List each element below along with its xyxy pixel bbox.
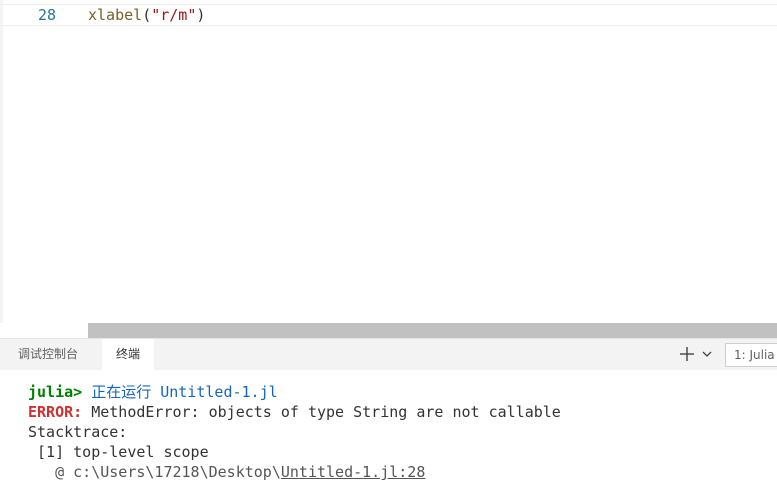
editor-left-edge (0, 0, 3, 338)
location-prefix: @ c:\Users\17218\Desktop\ (28, 463, 281, 481)
chevron-down-icon[interactable] (701, 348, 713, 360)
terminal-output[interactable]: julia> 正在运行 Untitled-1.jl ERROR: MethodE… (0, 370, 777, 496)
terminal-line-error: ERROR: MethodError: objects of type Stri… (28, 402, 561, 422)
horizontal-scrollbar-thumb[interactable] (88, 323, 777, 338)
panel-tab-bar: 调试控制台 终端 1: Julia (0, 338, 777, 371)
terminal-select[interactable]: 1: Julia (725, 343, 777, 367)
code-token-open-paren: ( (142, 6, 152, 24)
terminal-prompt: julia> (28, 383, 83, 401)
terminal-line-location: @ c:\Users\17218\Desktop\Untitled-1.jl:2… (28, 462, 425, 482)
tab-debug-console[interactable]: 调试控制台 (4, 339, 92, 370)
code-editor[interactable]: 28 xlabel("r/m") (0, 0, 777, 338)
tab-terminal[interactable]: 终端 (102, 339, 155, 371)
line-number: 28 (37, 6, 56, 24)
code-token-function: xlabel (88, 6, 143, 24)
terminal-line-prompt: julia> 正在运行 Untitled-1.jl (28, 382, 278, 402)
terminal-line-frame: [1] top-level scope (28, 443, 209, 461)
code-token-string: "r/m" (151, 6, 197, 24)
error-label: ERROR: (28, 403, 83, 421)
location-link[interactable]: Untitled-1.jl:28 (281, 463, 426, 481)
error-message: MethodError: objects of type String are … (82, 403, 561, 421)
code-text[interactable]: xlabel("r/m") (88, 5, 205, 25)
terminal-line-stacktrace: Stacktrace: (28, 423, 128, 441)
code-token-close-paren: ) (196, 6, 206, 24)
plus-icon[interactable] (677, 344, 697, 364)
code-line-current[interactable]: 28 xlabel("r/m") (0, 4, 777, 26)
terminal-running-text: 正在运行 Untitled-1.jl (82, 383, 278, 401)
